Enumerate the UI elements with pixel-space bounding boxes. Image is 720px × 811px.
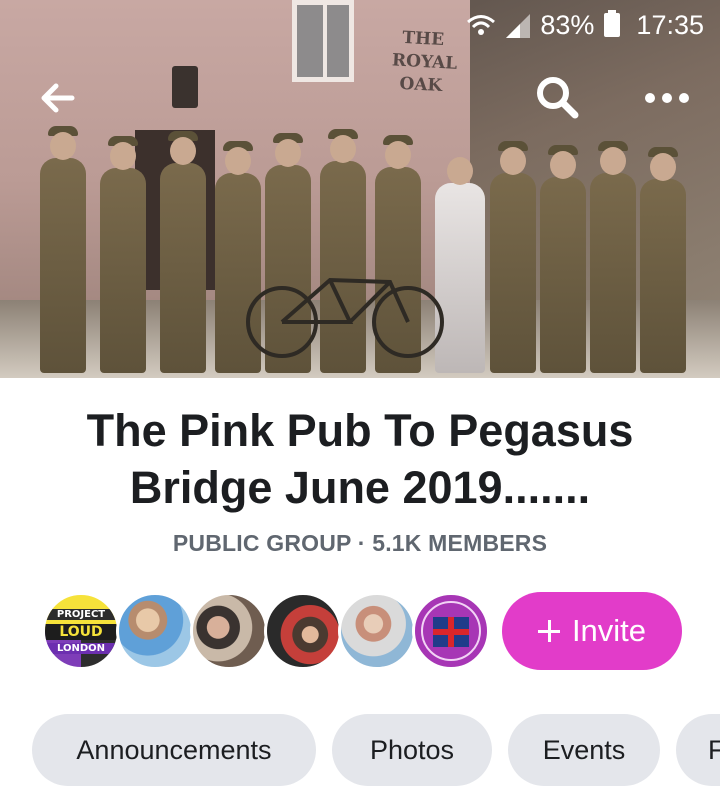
group-cover-photo[interactable]: THE ROYAL OAK: [0, 0, 720, 378]
search-button[interactable]: [534, 74, 580, 120]
tab-label: Announcements: [76, 734, 272, 765]
pub-window: [292, 0, 354, 82]
status-bar: 83% 17:35: [466, 8, 704, 42]
pub-sign-line: THE: [401, 27, 445, 51]
person: [490, 141, 536, 373]
cell-signal-icon: [506, 14, 531, 38]
group-privacy-and-member-count[interactable]: PUBLIC GROUP · 5.1K MEMBERS: [0, 530, 720, 557]
back-button[interactable]: [36, 78, 80, 118]
person: [540, 145, 586, 373]
person: [640, 147, 686, 373]
avatar[interactable]: [190, 592, 268, 670]
pub-sign: THE ROYAL OAK: [390, 26, 458, 98]
pub-sign-line: OAK: [398, 73, 443, 97]
tab-events[interactable]: Events: [508, 714, 660, 786]
avatar-text: LOUD: [45, 624, 117, 640]
tab-announcements[interactable]: Announcements: [32, 714, 316, 786]
tab-partial[interactable]: F: [676, 714, 720, 786]
tab-label: Events: [542, 734, 626, 765]
tab-photos[interactable]: Photos: [332, 714, 492, 786]
avatar[interactable]: [338, 592, 416, 670]
union-flag-icon: [433, 617, 469, 647]
plus-icon: [537, 620, 560, 642]
search-icon: [537, 77, 579, 119]
avatar[interactable]: [264, 592, 342, 670]
wifi-icon: [467, 15, 496, 35]
avatar-text: LONDON: [45, 643, 117, 654]
avatar[interactable]: PROJECT LOUD LONDON: [42, 592, 120, 670]
clock: 17:35: [636, 9, 704, 40]
person: [590, 141, 636, 373]
more-options-icon: [645, 93, 689, 103]
invite-label: Invite: [571, 613, 647, 648]
avatar[interactable]: [412, 592, 490, 670]
person: [100, 136, 146, 373]
tab-label: Photos: [369, 734, 455, 765]
battery-icon: [604, 10, 621, 37]
back-arrow-icon: [41, 83, 75, 113]
wall-lamp: [172, 66, 198, 108]
group-tabs: Announcements Photos Events F: [0, 714, 720, 788]
more-options-button[interactable]: [640, 80, 696, 116]
bicycle: [246, 277, 444, 358]
person: [40, 126, 86, 373]
invite-button[interactable]: Invite: [502, 592, 682, 670]
tab-label: F: [708, 734, 720, 765]
group-title: The Pink Pub To Pegasus Bridge June 2019…: [86, 405, 634, 513]
avatar[interactable]: [116, 592, 194, 670]
person: [160, 131, 206, 373]
battery-percent: 83%: [540, 9, 595, 40]
avatar-text: PROJECT: [45, 609, 117, 620]
pub-sign-line: ROYAL: [391, 50, 458, 74]
